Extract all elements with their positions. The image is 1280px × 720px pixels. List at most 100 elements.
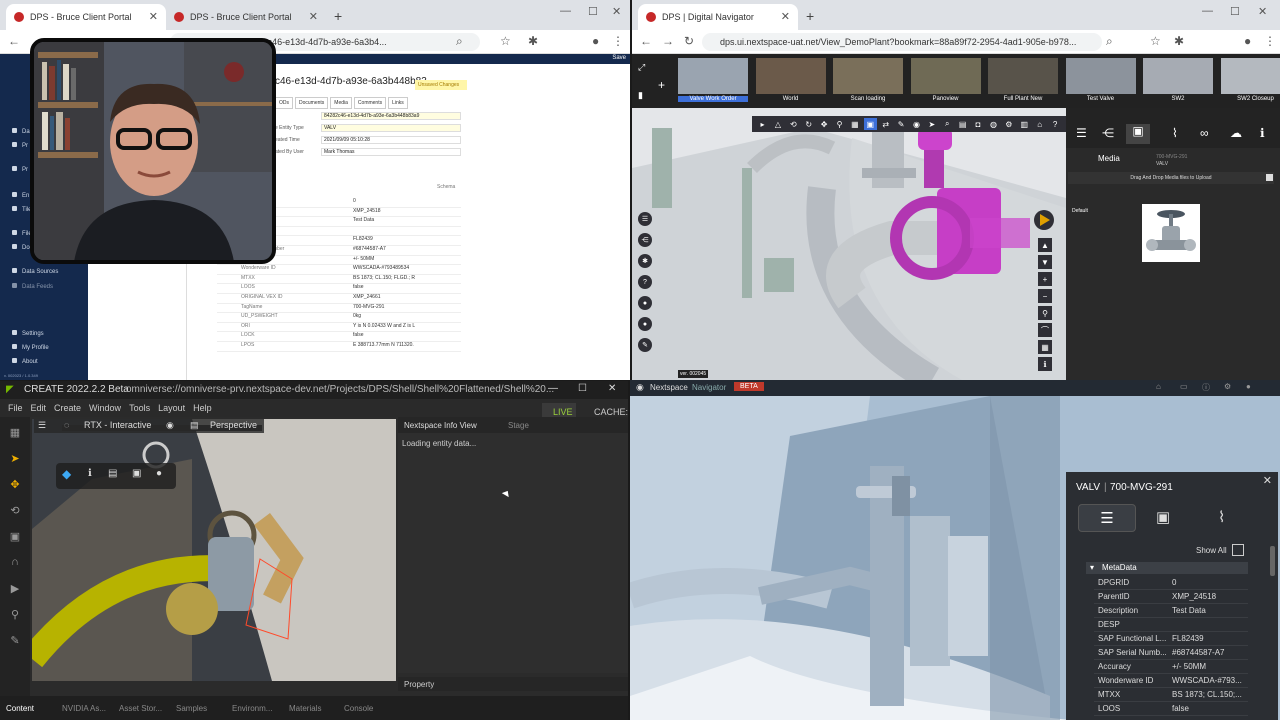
comment-icon[interactable]: ☁ <box>1230 126 1242 140</box>
scale-icon[interactable]: ▣ <box>6 527 24 545</box>
pixel-icon[interactable]: ▦ <box>6 423 24 441</box>
menu-icon[interactable]: ⋮ <box>1264 34 1276 48</box>
media-icon[interactable]: ▣ <box>1126 124 1150 144</box>
close-icon[interactable]: ✕ <box>1263 474 1272 487</box>
rotate-icon[interactable]: ⟲ <box>6 501 24 519</box>
minimize-icon[interactable]: — <box>560 5 571 17</box>
valve-media-thumbnail[interactable] <box>1142 204 1200 262</box>
sidebar-item-data-feeds[interactable]: Data Feeds <box>12 283 53 290</box>
metadata-row[interactable]: Wonderware ID WWSCADA-#793... <box>1094 674 1248 688</box>
settings-icon[interactable]: ⚙ <box>1002 118 1015 130</box>
select-icon[interactable]: △ <box>771 118 784 130</box>
sidebar-item-data-sources[interactable]: Data Sources <box>12 268 58 275</box>
table-row[interactable]: LOCK false <box>217 332 461 342</box>
expand-icon[interactable]: ⤢ <box>638 62 645 73</box>
settings-icon[interactable]: ⚙ <box>1224 382 1231 391</box>
sidebar-item[interactable]: Da <box>12 128 30 135</box>
tab-links[interactable]: Links <box>388 97 408 109</box>
bookmark-label[interactable]: SW2 <box>1143 96 1213 102</box>
metadata-row[interactable]: DPGRID 0 <box>1094 576 1248 590</box>
layers-icon[interactable]: ▤ <box>956 118 969 130</box>
play-icon[interactable]: ▸ <box>756 118 769 130</box>
user-icon[interactable]: ● <box>156 468 162 479</box>
close-window-icon[interactable]: ✕ <box>1258 5 1267 18</box>
bookmark-label[interactable]: Panoview <box>911 96 981 102</box>
metadata-row[interactable]: LOOS false <box>1094 702 1248 716</box>
maximize-icon[interactable]: ☐ <box>578 383 587 394</box>
entity-id-field[interactable]: 84282c46-e13d-4d7b-a93e-6a3b448b83a9 <box>321 112 461 120</box>
grid-icon[interactable]: ▥ <box>1018 118 1031 130</box>
metadata-row[interactable]: MTXX BS 1873; CL.150;... <box>1094 688 1248 702</box>
menu-window[interactable]: Window <box>89 403 121 413</box>
menu-tools[interactable]: Tools <box>129 403 150 413</box>
table-row[interactable]: TagName 700-MVG-291 <box>217 304 461 314</box>
minimize-icon[interactable]: — <box>548 383 558 394</box>
metadata-row[interactable]: SAP Functional L... FL82439 <box>1094 632 1248 646</box>
metadata-row[interactable]: ParentID XMP_24518 <box>1094 590 1248 604</box>
bookmark-thumbnail[interactable] <box>988 58 1058 94</box>
tab-ods[interactable]: ODs <box>275 97 293 109</box>
close-window-icon[interactable]: ✕ <box>608 383 616 394</box>
bookmark-label[interactable]: Test Valve <box>1066 96 1136 102</box>
down-icon[interactable]: ▼ <box>1038 255 1052 269</box>
attachment-icon[interactable]: ⌇ <box>1172 126 1178 140</box>
content-tab[interactable]: Content <box>6 704 34 713</box>
close-window-icon[interactable]: ✕ <box>612 5 621 18</box>
metadata-tab-button[interactable]: ☰ <box>1078 504 1136 532</box>
maximize-icon[interactable]: ☐ <box>1230 5 1240 18</box>
home-icon[interactable]: ⌂ <box>1156 382 1161 391</box>
bookmark-star-icon[interactable]: ☆ <box>1150 34 1161 48</box>
help-icon[interactable]: ? <box>638 275 652 289</box>
table-row[interactable]: Wonderware ID WWSCADA-#793489534 <box>217 265 461 275</box>
camera-icon[interactable]: ◘ <box>972 118 985 130</box>
bookmark-thumbnail[interactable] <box>910 58 981 94</box>
metadata-row[interactable]: Accuracy +/- 50MM <box>1094 660 1248 674</box>
bookmark-label[interactable]: SW2 Closeup <box>1221 96 1280 102</box>
save-button[interactable]: Save <box>612 55 626 61</box>
sidebar-item-about[interactable]: About <box>12 358 38 365</box>
eye-icon[interactable]: ◉ <box>910 118 923 130</box>
add-bookmark-icon[interactable]: + <box>658 78 665 92</box>
metadata-section-header[interactable]: ▾ MetaData <box>1086 562 1248 574</box>
zoom-in-icon[interactable]: + <box>1038 272 1052 286</box>
tab-client-portal-2[interactable]: DPS - Bruce Client Portal ✕ <box>166 4 326 30</box>
new-tab-icon[interactable]: + <box>806 8 814 24</box>
menu-icon[interactable]: ⋮ <box>612 34 624 48</box>
pen-icon[interactable]: ✎ <box>895 118 908 130</box>
sidebar-item-settings[interactable]: Settings <box>12 330 44 337</box>
metadata-row[interactable]: SAP Serial Numb... #68744587-A7 <box>1094 646 1248 660</box>
folder-icon[interactable]: ▭ <box>1180 382 1188 391</box>
content-tab[interactable]: Environm... <box>232 704 272 713</box>
tab-media[interactable]: Media <box>330 97 352 109</box>
info-icon[interactable]: ℹ <box>1038 357 1052 371</box>
forward-icon[interactable]: → <box>662 34 674 48</box>
share-icon[interactable]: ⋲ <box>638 233 652 247</box>
table-row[interactable]: LOOS false <box>217 284 461 294</box>
menu-edit[interactable]: Edit <box>31 403 47 413</box>
table-row[interactable]: ORIGINAL VEX ID XMP_24661 <box>217 294 461 304</box>
user-icon[interactable]: ● <box>638 296 652 310</box>
metadata-row[interactable]: Description Test Data <box>1094 604 1248 618</box>
home-icon[interactable]: ⌂ <box>1033 118 1046 130</box>
swap-icon[interactable]: ⇄ <box>879 118 892 130</box>
schema-label[interactable]: Schema <box>437 184 455 190</box>
address-bar[interactable]: dps.ui.nextspace-uat.net/View_DemoPlant?… <box>702 33 1102 51</box>
content-tab[interactable]: Console <box>344 704 373 713</box>
upload-checkbox[interactable] <box>1266 174 1273 181</box>
sidebar-item[interactable]: Tile <box>12 206 31 213</box>
user-icon[interactable]: ● <box>1246 382 1251 391</box>
select-arrow-icon[interactable]: ➤ <box>6 449 24 467</box>
metadata-row[interactable]: DESP <box>1094 618 1248 632</box>
pan-icon[interactable]: ✥ <box>818 118 831 130</box>
light-bulb-icon[interactable]: ◌ <box>64 420 69 430</box>
help-icon[interactable]: ? <box>1049 118 1062 130</box>
attachments-tab-button[interactable]: ⌇ <box>1218 508 1225 526</box>
back-icon[interactable]: ← <box>8 34 20 48</box>
tab-nextspace-info-view[interactable]: Nextspace Info View <box>404 421 477 430</box>
sidebar-item[interactable]: Pr <box>12 142 28 149</box>
share-icon[interactable]: ⋲ <box>1102 126 1114 140</box>
menu-help[interactable]: Help <box>193 403 212 413</box>
profile-icon[interactable]: ● <box>592 34 599 48</box>
image-icon[interactable]: ▣ <box>132 468 141 479</box>
menu-create[interactable]: Create <box>54 403 81 413</box>
